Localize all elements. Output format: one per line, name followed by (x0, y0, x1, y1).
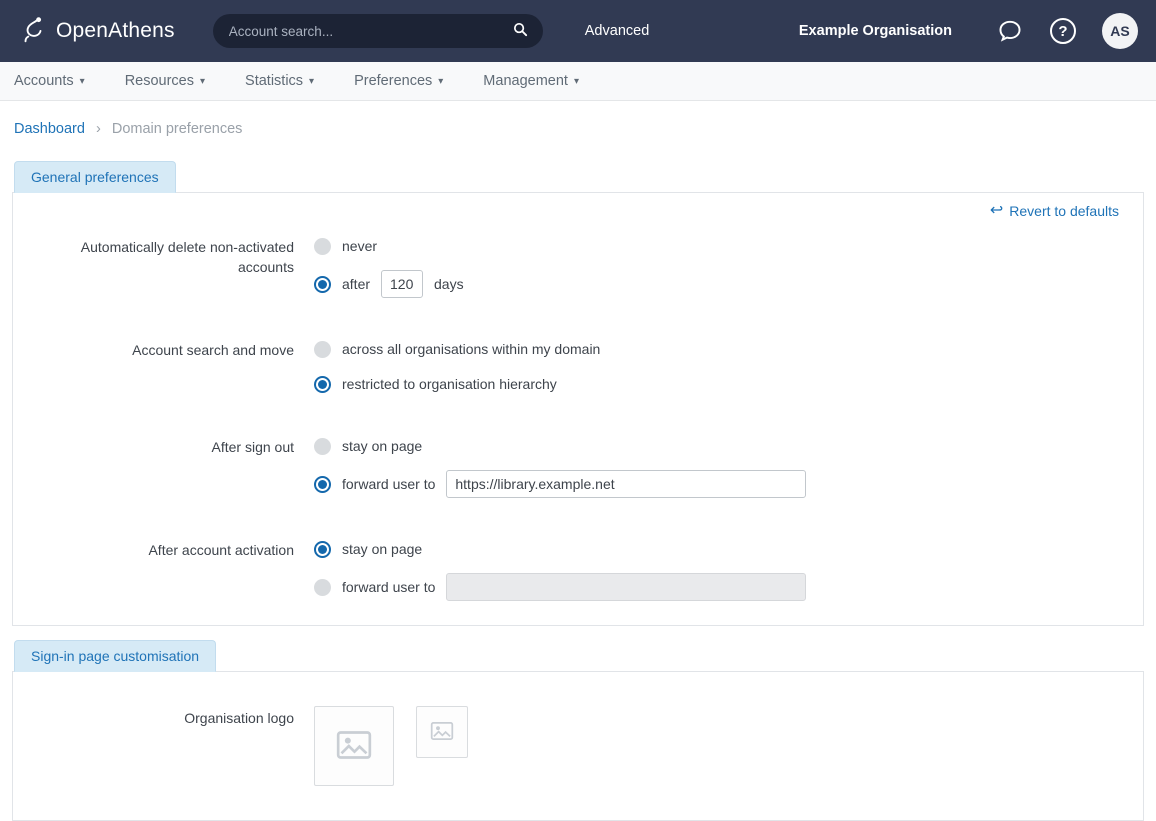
auto-delete-label: Automatically delete non-activated accou… (37, 235, 294, 298)
nav-label: Preferences (354, 73, 432, 89)
radio-never[interactable] (314, 238, 331, 255)
nav-item-accounts[interactable]: Accounts ▾ (14, 73, 85, 89)
nav-item-resources[interactable]: Resources ▾ (125, 73, 205, 89)
radio-across-all[interactable] (314, 341, 331, 358)
brand-name: OpenAthens (56, 19, 175, 43)
nav-label: Management (483, 73, 568, 89)
organisation-name: Example Organisation (799, 23, 952, 39)
tab-general-preferences[interactable]: General preferences (14, 161, 176, 193)
signin-customisation-panel: Organisation logo (12, 671, 1144, 821)
breadcrumb-separator-icon: › (96, 121, 101, 137)
radio-restricted[interactable] (314, 376, 331, 393)
organisation-logo-label: Organisation logo (37, 706, 294, 786)
days-suffix-label: days (434, 276, 464, 292)
chevron-down-icon: ▾ (574, 76, 579, 87)
nav-label: Accounts (14, 73, 74, 89)
main-nav: Accounts ▾ Resources ▾ Statistics ▾ Pref… (0, 62, 1156, 101)
help-icon[interactable]: ? (1050, 18, 1076, 44)
breadcrumb-current: Domain preferences (112, 121, 243, 137)
across-all-label[interactable]: across all organisations within my domai… (342, 341, 600, 357)
chevron-down-icon: ▾ (80, 76, 85, 87)
image-placeholder-icon (334, 725, 374, 768)
search-move-all-option[interactable]: across all organisations within my domai… (314, 338, 600, 360)
nav-label: Resources (125, 73, 194, 89)
revert-to-defaults-link[interactable]: ↩ Revert to defaults (990, 203, 1119, 219)
radio-forward-user[interactable] (314, 476, 331, 493)
tab-signin-customisation[interactable]: Sign-in page customisation (14, 640, 216, 672)
top-header: OpenAthens Advanced Example Organisation… (0, 0, 1156, 62)
breadcrumb: Dashboard › Domain preferences (0, 101, 1156, 153)
search-move-label: Account search and move (37, 338, 294, 395)
after-sign-out-label: After sign out (37, 435, 294, 498)
activation-stay-label[interactable]: stay on page (342, 541, 422, 557)
logo-upload-small[interactable] (416, 706, 468, 758)
chevron-down-icon: ▾ (200, 76, 205, 87)
openathens-logo-icon (18, 15, 48, 48)
after-label[interactable]: after (342, 276, 370, 292)
after-sign-out-row: After sign out stay on page forward user… (37, 435, 1119, 498)
sign-out-forward-option[interactable]: forward user to (314, 470, 806, 498)
nav-label: Statistics (245, 73, 303, 89)
nav-item-preferences[interactable]: Preferences ▾ (354, 73, 443, 89)
search-move-row: Account search and move across all organ… (37, 338, 1119, 395)
radio-activation-stay[interactable] (314, 541, 331, 558)
user-avatar[interactable]: AS (1102, 13, 1138, 49)
radio-after-days[interactable] (314, 276, 331, 293)
radio-activation-forward[interactable] (314, 579, 331, 596)
nav-item-statistics[interactable]: Statistics ▾ (245, 73, 314, 89)
forward-user-label[interactable]: forward user to (342, 476, 435, 492)
restricted-label[interactable]: restricted to organisation hierarchy (342, 376, 557, 392)
advanced-search-link[interactable]: Advanced (585, 23, 650, 39)
image-placeholder-icon (429, 718, 455, 747)
chevron-down-icon: ▾ (438, 76, 443, 87)
activation-stay-option[interactable]: stay on page (314, 538, 806, 560)
breadcrumb-dashboard-link[interactable]: Dashboard (14, 121, 85, 137)
activation-forward-option[interactable]: forward user to (314, 573, 806, 601)
openathens-brand[interactable]: OpenAthens (18, 15, 175, 48)
auto-delete-never-option[interactable]: never (314, 235, 464, 257)
stay-on-page-label[interactable]: stay on page (342, 438, 422, 454)
feedback-bubble-icon[interactable] (996, 17, 1024, 45)
radio-stay-on-page[interactable] (314, 438, 331, 455)
search-move-restricted-option[interactable]: restricted to organisation hierarchy (314, 373, 600, 395)
organisation-logo-row: Organisation logo (37, 706, 1119, 816)
forward-url-input[interactable] (446, 470, 806, 498)
page-content: General preferences ↩ Revert to defaults… (0, 161, 1156, 821)
activation-forward-label[interactable]: forward user to (342, 579, 435, 595)
account-search-input[interactable] (227, 23, 512, 40)
after-activation-label: After account activation (37, 538, 294, 601)
general-preferences-panel: ↩ Revert to defaults Automatically delet… (12, 192, 1144, 626)
logo-upload-large[interactable] (314, 706, 394, 786)
chevron-down-icon: ▾ (309, 76, 314, 87)
auto-delete-row: Automatically delete non-activated accou… (37, 235, 1119, 298)
sign-out-stay-option[interactable]: stay on page (314, 435, 806, 457)
days-input[interactable] (381, 270, 423, 298)
account-search (213, 14, 543, 48)
nav-item-management[interactable]: Management ▾ (483, 73, 579, 89)
auto-delete-after-option[interactable]: after days (314, 270, 464, 298)
revert-arrow-icon: ↩ (990, 203, 1003, 219)
search-icon[interactable] (512, 21, 529, 41)
activation-forward-url-input (446, 573, 806, 601)
after-activation-row: After account activation stay on page fo… (37, 538, 1119, 601)
revert-label: Revert to defaults (1009, 203, 1119, 219)
never-label[interactable]: never (342, 238, 377, 254)
